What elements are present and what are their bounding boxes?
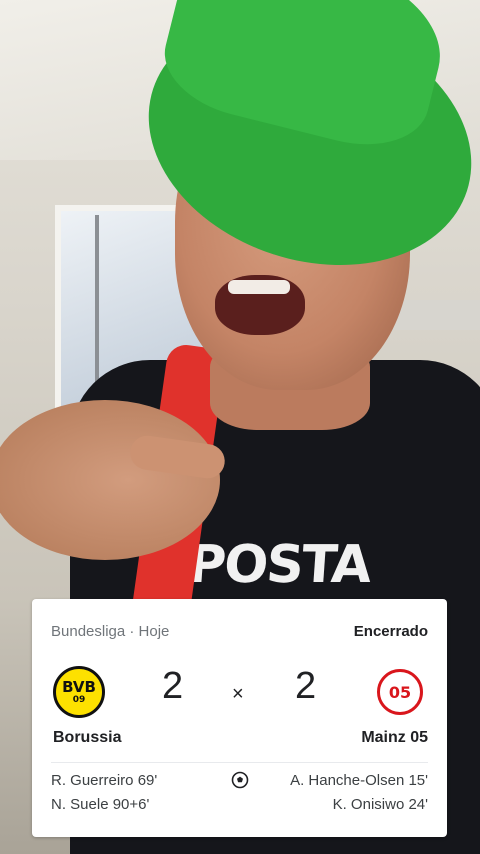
mainz-crest-text: 05	[388, 682, 412, 702]
soccer-ball-icon	[231, 771, 249, 789]
home-score: 2	[162, 665, 184, 707]
match-status: Encerrado	[353, 623, 428, 640]
away-scorers: A. Hanche-Olsen 15' K. Onisiwo 24'	[290, 769, 428, 817]
home-scorers: R. Guerreiro 69' N. Suele 90+6'	[51, 769, 157, 817]
mainz-crest-icon: 05	[377, 669, 423, 715]
mainz-05-logo[interactable]: 05	[374, 666, 426, 718]
bvb-crest-text: BVB	[62, 677, 96, 696]
card-header: Bundesliga · Hoje Encerrado	[51, 623, 428, 643]
bvb-crest-year: 09	[72, 694, 86, 705]
card-divider	[51, 762, 428, 763]
home-scorer: N. Suele 90+6'	[51, 796, 150, 813]
score-separator: ×	[232, 683, 244, 705]
league-date: Bundesliga · Hoje	[51, 623, 170, 640]
away-scorer: A. Hanche-Olsen 15'	[290, 772, 428, 789]
away-scorer: K. Onisiwo 24'	[332, 796, 428, 813]
away-score: 2	[295, 665, 317, 707]
bvb-crest-icon: BVB 09	[53, 666, 105, 718]
person-arm	[0, 400, 220, 560]
home-team-name[interactable]: Borussia	[53, 729, 121, 747]
away-team-name[interactable]: Mainz 05	[361, 729, 428, 747]
borussia-dortmund-logo[interactable]: BVB 09	[53, 666, 105, 718]
home-scorer: R. Guerreiro 69'	[51, 772, 158, 789]
match-score-card[interactable]: Bundesliga · Hoje Encerrado BVB 09 2 × 2…	[32, 599, 447, 837]
person-teeth	[228, 280, 290, 294]
